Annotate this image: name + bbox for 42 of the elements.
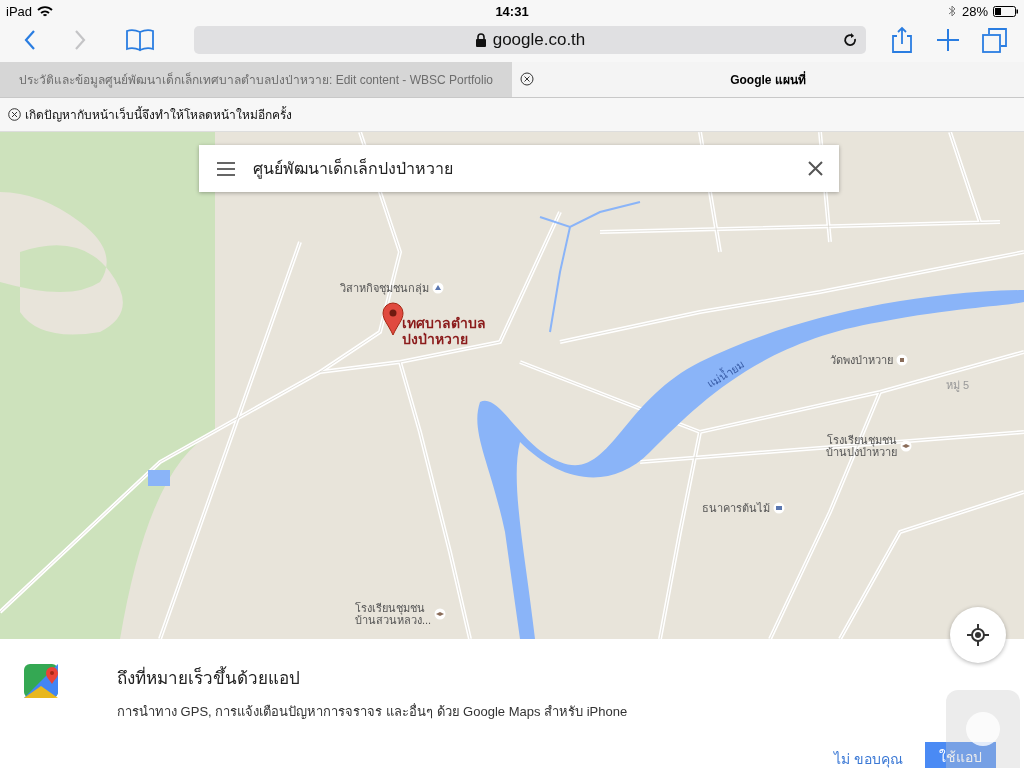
battery-percent: 28% [961,3,988,19]
wifi-icon [37,5,54,17]
place-icon [434,608,447,620]
back-button[interactable] [24,29,36,51]
map-label: หมู่ 5 [946,379,970,391]
map-label: วิสาหกิจชุมชนกลุ่ม [340,282,429,294]
maps-app-icon [24,664,58,698]
bluetooth-icon [946,5,957,17]
close-icon[interactable] [8,108,21,121]
banner-text: การนำทาง GPS, การแจ้งเตือนปัญหาการจราจร และอื่นๆ ด้วย Google Maps สำหรับ iPhone [117,702,628,721]
url-text: google.co.th [492,30,586,50]
map-label: ธนาคารต้นไม้ [702,502,770,514]
place-icon [896,354,908,366]
map-label: โรงเรียนชุมชน บ้านปงป่าหวาย [826,434,897,458]
my-location-button[interactable] [950,607,1006,663]
new-tab-button[interactable] [936,28,960,52]
browser-tab[interactable]: Google แผนที่ [512,62,1024,97]
tabs-overview-button[interactable] [982,27,1008,53]
place-icon [432,282,444,294]
clear-button[interactable] [808,161,823,176]
error-message: เกิดปัญหากับหน้าเว็บนี้จึงทำให้โหลดหน้าใหม่อีกครั้ง [25,105,292,124]
dismiss-link[interactable]: ไม่ ขอบคุณ [834,750,903,768]
map-label: โรงเรียนชุมชน บ้านสวนหลวง... [355,602,432,626]
address-bar[interactable]: google.co.th [194,26,866,54]
battery-icon [993,5,1018,17]
close-tab-button[interactable] [520,72,534,86]
map-label: เทศบาลตำบล ปงป่าหวาย [402,315,486,347]
place-icon [773,502,785,514]
reload-button[interactable] [843,32,858,47]
map-pin-icon[interactable] [382,302,404,336]
map-label: วัดพงป่าหวาย [830,354,893,366]
lock-icon [474,33,487,47]
location-icon [967,624,989,646]
banner-title: ถึงที่หมายเร็วขึ้นด้วยแอป [117,664,628,691]
share-button[interactable] [890,26,914,54]
place-icon [900,440,912,452]
menu-icon[interactable] [217,160,235,177]
carrier-label: iPad [6,3,33,19]
search-field[interactable]: ศูนย์พัฒนาเด็กเล็กปงป่าหวาย [199,145,839,192]
status-time: 14:31 [495,3,529,19]
pond [148,470,170,486]
bookmarks-button[interactable] [126,28,154,52]
